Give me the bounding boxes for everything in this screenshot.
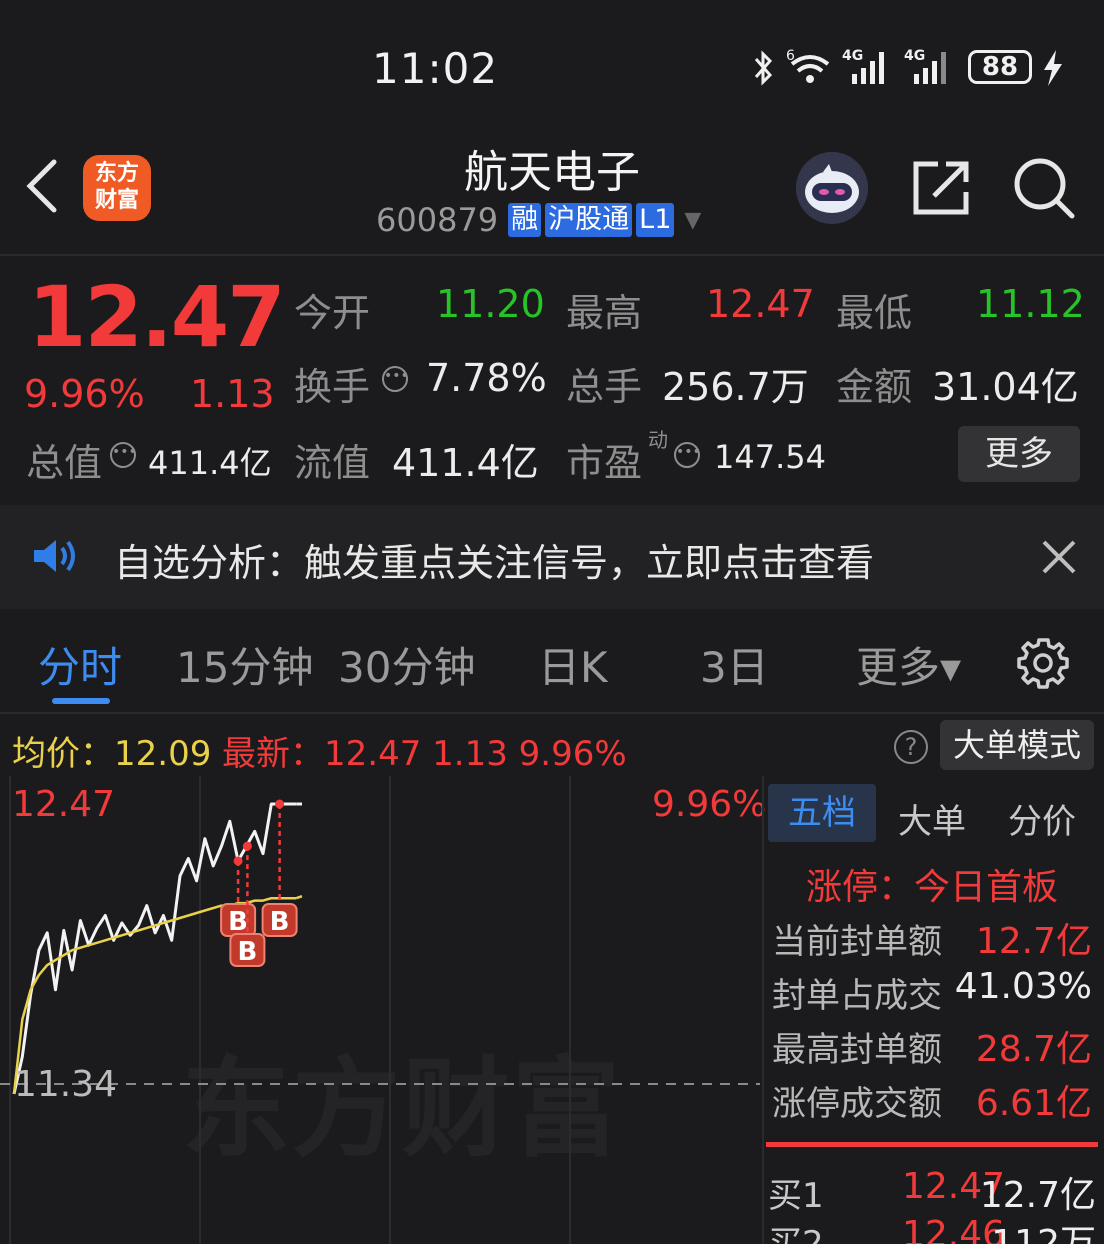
chevron-down-icon[interactable]: ▼ [684, 208, 701, 233]
connect-tag: 沪股通 [545, 203, 633, 237]
current-price: 12.47 [28, 268, 286, 366]
signal-4g-icon: 4G [842, 48, 884, 84]
low-label: 最低 [836, 291, 913, 335]
tab-more[interactable]: 更多▾ [856, 634, 961, 695]
big-order-mode-button[interactable]: 大单模式 [940, 720, 1094, 770]
max-seal-label: 最高封单额 [772, 1030, 942, 1070]
seal-ratio-label: 封单占成交 [772, 976, 942, 1016]
battery-indicator: 88 [968, 50, 1032, 84]
tab-15min[interactable]: 15分钟 [176, 634, 313, 695]
seal-amount-value: 12.7亿 [975, 921, 1092, 962]
latest-price-label: 最新：12.47 1.13 9.96% [222, 734, 627, 774]
buy-marker-text: B [228, 907, 248, 937]
stock-code-row[interactable]: 600879 融 沪股通 L1 ▼ [376, 200, 701, 240]
info-dots-icon[interactable]: ••• [382, 366, 409, 392]
float-cap-label: 流值 [294, 441, 371, 485]
open-label: 今开 [294, 291, 371, 335]
total-cap-label: 总值 [26, 441, 103, 485]
buy-marker-dot [233, 856, 243, 866]
buy-marker-text: B [237, 937, 257, 967]
pe-dynamic-sup: 动 [648, 428, 668, 452]
intraday-chart[interactable]: BBB [0, 776, 760, 1244]
tab-3day[interactable]: 3日 [700, 634, 769, 695]
robot-avatar-icon[interactable] [796, 152, 868, 224]
panel-divider [766, 1142, 1098, 1147]
high-label: 最高 [566, 291, 643, 335]
bid2-label: 买2 [768, 1224, 824, 1244]
stock-code: 600879 [376, 201, 499, 239]
tab-30min[interactable]: 30分钟 [338, 634, 475, 695]
turnover-value: 7.78% [426, 356, 547, 400]
info-dots-icon[interactable]: ••• [674, 442, 701, 468]
amount-label: 金额 [836, 365, 913, 409]
seal-ratio-value: 41.03% [954, 966, 1092, 1007]
tab-daily-k[interactable]: 日K [538, 634, 608, 695]
gear-icon[interactable] [1016, 636, 1070, 690]
limit-turnover-label: 涨停成交额 [772, 1084, 942, 1124]
tab-five-levels[interactable]: 五档 [768, 784, 876, 842]
buy-marker-text: B [270, 907, 290, 937]
margin-tag: 融 [508, 203, 542, 237]
average-line-tail [295, 894, 303, 900]
low-value: 11.12 [976, 282, 1085, 326]
buy-marker-dot [242, 841, 252, 851]
max-seal-value: 28.7亿 [975, 1029, 1092, 1070]
svg-text:4G: 4G [904, 48, 925, 64]
bid2-volume: 112万 [991, 1223, 1096, 1244]
tab-price-distribution[interactable]: 分价 [1008, 794, 1076, 843]
wifi-icon: 6 [786, 48, 830, 83]
seal-amount-label: 当前封单额 [772, 922, 942, 962]
close-icon[interactable] [1040, 538, 1078, 576]
pe-value: 147.54 [714, 438, 826, 476]
chart-marks: BBB [220, 799, 298, 967]
signal-4g-icon: 4G [904, 48, 946, 84]
pct-axis-top-label: 9.96% [652, 784, 767, 825]
active-tab-indicator [52, 698, 110, 704]
svg-text:4G: 4G [842, 48, 863, 64]
amount-value: 31.04亿 [932, 365, 1079, 409]
chart-grid [0, 776, 760, 1244]
open-value: 11.20 [436, 282, 545, 326]
volume-label: 总手 [566, 365, 643, 409]
limit-turnover-value: 6.61亿 [975, 1083, 1092, 1124]
speaker-icon [34, 540, 75, 572]
bid2-price: 12.46 [902, 1214, 1006, 1244]
level-tag: L1 [636, 203, 675, 237]
info-dots-icon[interactable]: ••• [110, 442, 137, 468]
clock: 11:02 [372, 44, 499, 93]
y-axis-top-label: 12.47 [12, 784, 116, 825]
more-button[interactable]: 更多 [958, 426, 1080, 482]
limit-up-title: 涨停：今日首板 [806, 867, 1059, 908]
change-amount: 1.13 [190, 372, 275, 416]
float-cap-value: 411.4亿 [392, 441, 539, 485]
bid1-label: 买1 [768, 1176, 824, 1216]
change-percent: 9.96% [24, 372, 145, 416]
bluetooth-icon [754, 50, 773, 86]
y-axis-base-label: 11.34 [14, 1064, 118, 1105]
volume-value: 256.7万 [662, 365, 809, 409]
status-bar: 11:02 6 4G 4G 88 [0, 0, 1104, 130]
help-icon[interactable]: ? [894, 730, 928, 764]
buy-marker-dot [275, 799, 285, 809]
turnover-label: 换手 [294, 365, 371, 409]
share-icon[interactable] [910, 158, 972, 218]
pe-label: 市盈 [566, 441, 643, 485]
charging-icon [1044, 50, 1062, 86]
total-cap-value: 411.4亿 [148, 444, 272, 482]
search-icon[interactable] [1012, 156, 1076, 220]
tab-big-orders[interactable]: 大单 [898, 794, 966, 843]
average-price-label: 均价：12.09 [12, 734, 212, 774]
high-value: 12.47 [706, 282, 815, 326]
bid1-volume: 12.7亿 [979, 1175, 1096, 1216]
divider [0, 254, 1104, 256]
tab-intraday[interactable]: 分时 [38, 634, 122, 695]
notice-text[interactable]: 自选分析：触发重点关注信号，立即点击查看 [114, 532, 874, 587]
